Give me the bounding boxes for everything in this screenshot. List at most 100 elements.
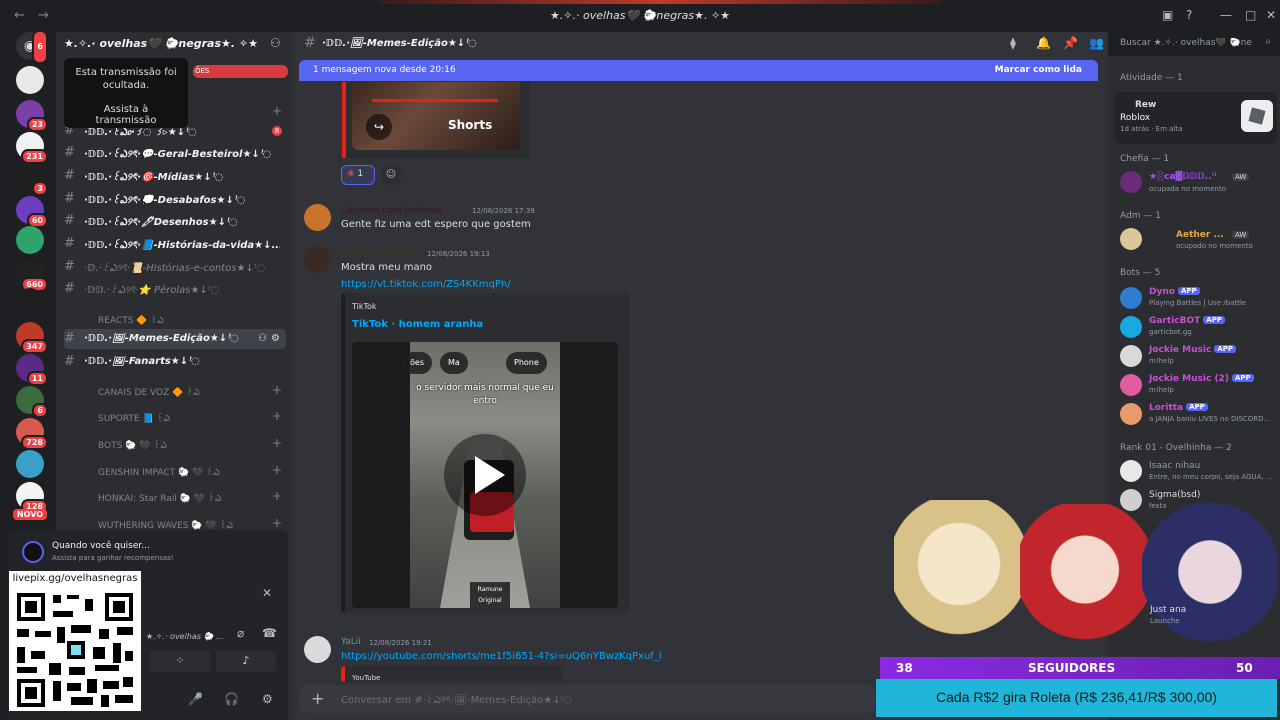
server-icon[interactable]: 728	[16, 418, 48, 450]
avatar[interactable]	[304, 246, 331, 273]
message-link[interactable]: https://youtube.com/shorts/me1f5i651-4?s…	[341, 651, 662, 662]
avatar[interactable]	[1120, 403, 1142, 425]
category[interactable]: SUPORTE 📘 ꒰ఎ	[98, 412, 268, 426]
discord-home-icon[interactable]: ◉ 6	[16, 30, 48, 64]
category[interactable]: HONKAI: Star Rail 🐑 🖤 ꒰ఎ	[98, 492, 268, 506]
add-channel-icon[interactable]: +	[272, 436, 282, 450]
avatar[interactable]	[1120, 171, 1142, 193]
add-reaction-icon[interactable]: ☺	[381, 165, 401, 185]
gear-icon[interactable]: ⚙	[271, 333, 280, 344]
share-icon[interactable]: ↪	[366, 114, 392, 140]
channel-item[interactable]: # ·𝔻𝔻.·꒰ఎ୨ৎ·📘-Histórias-da-vida★↓...	[64, 234, 286, 254]
bell-icon[interactable]: 🔔	[1036, 36, 1051, 50]
server-icon[interactable]	[16, 450, 44, 478]
headphones-icon[interactable]: 🎧	[224, 692, 239, 706]
minimize-icon[interactable]: —	[1220, 8, 1232, 22]
chevron-down-icon[interactable]: ⌄	[240, 37, 248, 48]
message-author[interactable]: YaLii	[341, 637, 361, 647]
members-icon[interactable]: 👥	[1089, 36, 1104, 50]
server-icon[interactable]	[16, 288, 44, 316]
server-icon[interactable]: 347	[16, 322, 48, 354]
gear-icon[interactable]: ⚙	[262, 692, 273, 706]
category[interactable]: BOTS 🐑 🖤 ꒰ఎ	[98, 439, 268, 453]
shorts-thumbnail[interactable]: ↪ Shorts	[352, 82, 520, 150]
avatar[interactable]	[1120, 287, 1142, 309]
add-channel-icon[interactable]: +	[272, 516, 282, 530]
member-name[interactable]: Loritta APP	[1149, 403, 1208, 413]
member-name[interactable]: Aether ...	[1176, 230, 1224, 240]
member-name[interactable]: GarticBOT APP	[1149, 316, 1225, 326]
avatar[interactable]	[1120, 460, 1142, 482]
threads-icon[interactable]: ⧫	[1010, 36, 1016, 50]
attach-plus-icon[interactable]: +	[311, 689, 324, 708]
server-icon[interactable]	[16, 226, 44, 254]
server-header[interactable]: ★.✧.· ovelhas🖤 🐑negras★. ✧★ ⌄ ⚇	[56, 32, 292, 56]
microphone-icon[interactable]: 🎤	[188, 692, 203, 706]
category-reacts[interactable]: REACTS 🔶 ꒰ఎ	[98, 314, 268, 328]
avatar[interactable]	[1120, 345, 1142, 367]
add-channel-icon[interactable]: +	[272, 409, 282, 423]
channel-item[interactable]: # ·𝔻.·꒰ఎ୨ৎ·📜-Histórias-e-contos★↓ꜝ◌	[64, 257, 286, 277]
server-icon[interactable]: 231	[16, 132, 48, 164]
new-messages-bar[interactable]: 1 mensagem nova desde 20:16 Marcar como …	[299, 60, 1098, 81]
channel-item[interactable]: # ·𝔻𝔻.·꒰ఎ୨ৎ·💭-Desabafos★↓ꜝ◌	[64, 189, 286, 209]
embed-title[interactable]: TikTok · homem aranha	[352, 319, 483, 330]
maximize-icon[interactable]: □	[1245, 8, 1256, 22]
channel-item[interactable]: # ·𝔻𝔻.·꒰ఎ୨ৎ·🖊Desenhos★↓ꜝ◌	[64, 211, 286, 231]
play-button[interactable]	[444, 434, 526, 516]
server-icon[interactable]: 3	[16, 164, 48, 196]
embed-video[interactable]: ões Ma Phone o servidor mais normal que …	[352, 342, 618, 608]
watch-stream-button[interactable]: Assista à transmissão	[72, 104, 180, 126]
channel-item[interactable]: # ·𝔻𝔻.·🖼-Fanarts★↓ꜝ◌	[64, 352, 286, 372]
mark-as-read-button[interactable]: Marcar como lida	[995, 65, 1082, 75]
live-banner[interactable]: ÕES	[193, 65, 288, 78]
member-name[interactable]: Isaac nihau	[1149, 461, 1200, 471]
channel-item[interactable]: # ·𝔻𝔻.·꒰ఎ୨ৎ·💬-Geral-Besteirol★↓ꜝ◌	[64, 143, 286, 163]
server-icon[interactable]: 23	[16, 100, 48, 132]
avatar[interactable]	[1120, 228, 1142, 250]
mute-icon[interactable]: ⌀	[237, 626, 244, 640]
message-author[interactable]: Coisinha com bolinhas	[341, 206, 442, 216]
server-icon[interactable]: 660	[16, 260, 48, 292]
add-channel-icon[interactable]: +	[272, 463, 282, 477]
member-name[interactable]: Dyno APP	[1149, 287, 1200, 297]
server-icon[interactable]: 6	[16, 386, 48, 418]
close-icon[interactable]: ✕	[262, 586, 272, 600]
reaction-pill[interactable]: ❀ 1	[341, 165, 375, 185]
channel-item[interactable]: # ·𝔻𝔻.·꒰ఎ୨ৎ·🎯-Mídias★↓ꜝ◌	[64, 166, 286, 186]
add-channel-icon[interactable]: +	[272, 383, 282, 397]
channel-item[interactable]: # ·𝔻𝔻.·꒰ఎ୨ৎ·⭐ Pérolas★↓ꜝ◌	[64, 279, 286, 299]
message-link[interactable]: https://vt.tiktok.com/ZS4KKmqPh/	[341, 279, 511, 290]
member-name[interactable]: Jockie Music (2) APP	[1149, 374, 1254, 384]
server-icon[interactable]	[16, 66, 44, 94]
close-icon[interactable]: ✕	[1266, 8, 1276, 22]
add-channel-icon[interactable]: +	[272, 489, 282, 503]
server-icon[interactable]: 60	[16, 196, 48, 228]
server-icon[interactable]: 11	[16, 354, 48, 386]
avatar[interactable]	[1120, 316, 1142, 338]
member-name[interactable]: ★░ca▓𝔻𝔻𝔻..ꜝꜞ	[1149, 172, 1217, 182]
add-channel-icon[interactable]: +	[272, 104, 282, 118]
quest-banner[interactable]: Quando você quiser... Assista para ganha…	[8, 530, 288, 574]
avatar[interactable]	[1120, 374, 1142, 396]
avatar[interactable]	[304, 204, 331, 231]
avatar[interactable]	[304, 636, 331, 663]
category[interactable]: GENSHIN IMPACT 🐑 🖤 ꒰ఎ	[98, 466, 268, 480]
novo-badge[interactable]: NOVO	[13, 509, 47, 520]
hangup-icon[interactable]: ☎	[262, 626, 277, 640]
add-member-icon[interactable]: ⚇	[270, 36, 281, 50]
invite-icon[interactable]: ⚇	[258, 333, 267, 344]
activity-button[interactable]: ⁘	[150, 650, 210, 672]
message-input[interactable]: Conversar em #·꒰ఎ୨ৎ·🖼-Memes-Edição★↓ꜝ◌	[341, 693, 572, 710]
pin-icon[interactable]: 📌	[1063, 36, 1078, 50]
member-name[interactable]: Just ana	[1150, 605, 1186, 615]
help-icon[interactable]: ?	[1186, 8, 1192, 22]
message-author[interactable]: Henrique Aranha	[341, 248, 417, 258]
search-input[interactable]: Buscar ★.✧.· ovelhas🖤 🐑ne ⌕	[1112, 34, 1276, 52]
server-icon[interactable]: 128	[16, 482, 48, 514]
inbox-icon[interactable]: ▣	[1162, 8, 1173, 22]
soundboard-button[interactable]: ♪	[216, 650, 276, 672]
channel-item-active[interactable]: # ·𝔻𝔻.·🖼-Memes-Edição★↓ꜝ◌	[64, 329, 286, 349]
member-name[interactable]: Jockie Music APP	[1149, 345, 1237, 355]
category[interactable]: CANAIS DE VOZ 🔶 ꒰ఎ	[98, 386, 268, 400]
